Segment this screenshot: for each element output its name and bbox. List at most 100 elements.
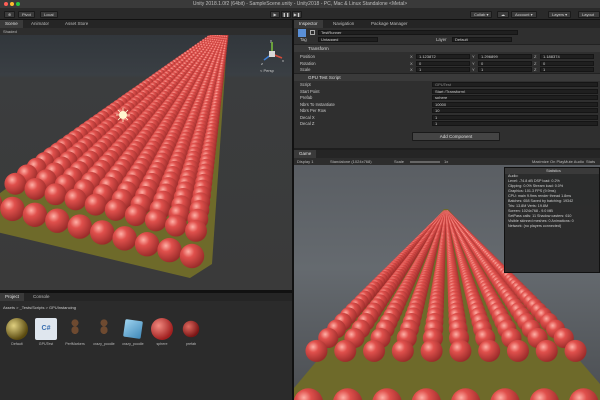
axis-z-label: Z: [534, 60, 537, 66]
directional-light-icon[interactable]: [116, 108, 130, 122]
sphere-instance: [535, 339, 558, 362]
local-toggle-button[interactable]: Local: [40, 10, 58, 18]
sphere-material-icon: [151, 318, 173, 340]
tab-game[interactable]: Game: [294, 150, 317, 158]
stats-toggle[interactable]: Stats: [586, 158, 600, 165]
sphere-instance: [22, 202, 48, 227]
pivot-toggle-button[interactable]: Pivot: [18, 10, 35, 18]
layer-dropdown[interactable]: Default: [452, 37, 512, 42]
tag-dropdown[interactable]: Untagged: [318, 37, 378, 42]
transform-x-field[interactable]: 0: [416, 60, 470, 66]
window-title: Unity 2018.1.0f2 (64bit) - SampleScene.u…: [192, 1, 408, 7]
sphere-instance: [157, 237, 182, 263]
project-tab-bar: Project Console: [0, 293, 292, 301]
display-dropdown[interactable]: Display 1: [297, 158, 313, 165]
tab-animator[interactable]: Animator: [26, 20, 54, 28]
maximize-on-play-toggle[interactable]: Maximize On Play: [532, 158, 564, 165]
transform-x-field[interactable]: 1.123872: [416, 54, 470, 59]
object-name-field[interactable]: TestRunner: [318, 30, 518, 35]
script-component-header[interactable]: GPU Test Script: [294, 73, 600, 81]
scene-view[interactable]: [0, 28, 292, 290]
transform-header[interactable]: Transform: [294, 44, 600, 52]
prefab-sphere-icon: [182, 320, 200, 338]
tab-inspector[interactable]: Inspector: [294, 20, 323, 28]
transform-z-field[interactable]: 1: [540, 67, 594, 72]
hand-tool-button[interactable]: ⊕: [4, 10, 16, 18]
project-breadcrumb[interactable]: Assets > _Tests/Scripts > GPUInstancing: [0, 304, 292, 311]
asset-item[interactable]: prefab: [176, 318, 206, 356]
script-row-field[interactable]: sphere: [432, 95, 598, 100]
sphere-instance: [44, 183, 67, 206]
mute-audio-toggle[interactable]: Mute Audio: [564, 158, 584, 165]
minimize-window-icon[interactable]: [10, 2, 14, 6]
sphere-instance: [45, 208, 70, 233]
active-checkbox[interactable]: [310, 30, 315, 35]
asset-item[interactable]: crazy_poodle: [89, 318, 119, 356]
asset-item[interactable]: PerfMarkers: [60, 318, 90, 356]
script-row-field[interactable]: 10: [432, 108, 598, 113]
model-thumbnail-icon: [64, 318, 86, 340]
asset-label: GPUTest: [38, 342, 54, 346]
script-row-field[interactable]: Start (Transform): [432, 88, 598, 94]
layout-button[interactable]: Layout: [578, 10, 600, 18]
script-row-field[interactable]: 1: [432, 114, 598, 120]
play-button[interactable]: ▶: [270, 10, 280, 18]
transform-row-label: Scale: [300, 67, 311, 72]
sphere-instance: [124, 204, 147, 227]
transform-z-field[interactable]: 1.188374: [540, 54, 594, 59]
asset-label: crazy_poodle: [122, 342, 144, 346]
zoom-window-icon[interactable]: [16, 2, 20, 6]
account-button[interactable]: Account ▾: [511, 10, 537, 18]
collab-button[interactable]: Collab ▾: [470, 10, 493, 18]
pause-button[interactable]: ❚❚: [281, 10, 291, 18]
sphere-instance: [164, 214, 187, 237]
close-window-icon[interactable]: [4, 2, 8, 6]
asset-label: sphere: [156, 342, 168, 346]
game-toolbar: Display 1 Standalone (1024x768) Scale 1x…: [294, 158, 600, 165]
tab-package-manager[interactable]: Package Manager: [366, 20, 413, 28]
transform-y-field[interactable]: 1: [478, 67, 532, 72]
asset-item[interactable]: sphere: [147, 318, 177, 356]
gizmo-z-label: z: [261, 61, 263, 66]
script-row-field[interactable]: 1: [432, 121, 598, 126]
step-button[interactable]: ▶❚: [292, 10, 302, 18]
asset-label: crazy_poodle: [93, 342, 115, 346]
axis-x-label: X: [410, 54, 413, 59]
material-thumbnail-icon: [6, 318, 28, 340]
sphere-instance: [4, 172, 27, 195]
add-component-button[interactable]: Add Component: [412, 132, 500, 141]
prefab-cube-icon: [123, 319, 143, 339]
transform-x-field[interactable]: 1: [416, 67, 470, 72]
sphere-instance: [305, 339, 328, 362]
main-toolbar: ⊕ Pivot Local ▶ ❚❚ ▶❚ Collab ▾ ☁ Account…: [0, 8, 600, 20]
layers-button[interactable]: Layers ▾: [548, 10, 572, 18]
asset-item[interactable]: Default: [2, 318, 32, 356]
aspect-dropdown[interactable]: Standalone (1024x768): [330, 158, 372, 165]
projection-label[interactable]: < Persp: [260, 68, 274, 73]
tab-console[interactable]: Console: [28, 293, 55, 301]
game-tab-bar: Game: [294, 150, 600, 158]
tab-navigation[interactable]: Navigation: [328, 20, 359, 28]
transform-y-field[interactable]: 1.296899: [478, 54, 532, 59]
sphere-instance: [179, 243, 205, 269]
transform-y-field[interactable]: 0: [478, 60, 532, 66]
tab-asset-store[interactable]: Asset Store: [60, 20, 93, 28]
tab-project[interactable]: Project: [0, 293, 25, 301]
asset-item[interactable]: C# GPUTest: [31, 318, 61, 356]
shading-mode-dropdown[interactable]: Shaded: [3, 29, 17, 34]
transform-z-field[interactable]: 0: [540, 60, 594, 66]
tab-scene[interactable]: Scene: [0, 20, 23, 28]
script-row-field[interactable]: GPUTest: [432, 82, 598, 87]
statistics-overlay: Statistics Audio: Level: -74.8 dB DSP lo…: [504, 167, 600, 273]
asset-item[interactable]: crazy_poodle: [118, 318, 148, 356]
sphere-instance: [363, 339, 386, 362]
orientation-gizmo[interactable]: y x z: [258, 38, 286, 72]
scale-slider[interactable]: [410, 161, 440, 163]
csharp-script-icon: C#: [35, 318, 57, 340]
layer-label: Layer: [436, 37, 447, 42]
script-row-label: Decal Z: [300, 121, 315, 126]
script-row-field[interactable]: 10000: [432, 101, 598, 107]
sphere-instance: [185, 219, 207, 242]
stats-line: Network: (no players connected): [508, 224, 562, 228]
cloud-icon[interactable]: ☁: [497, 10, 509, 18]
